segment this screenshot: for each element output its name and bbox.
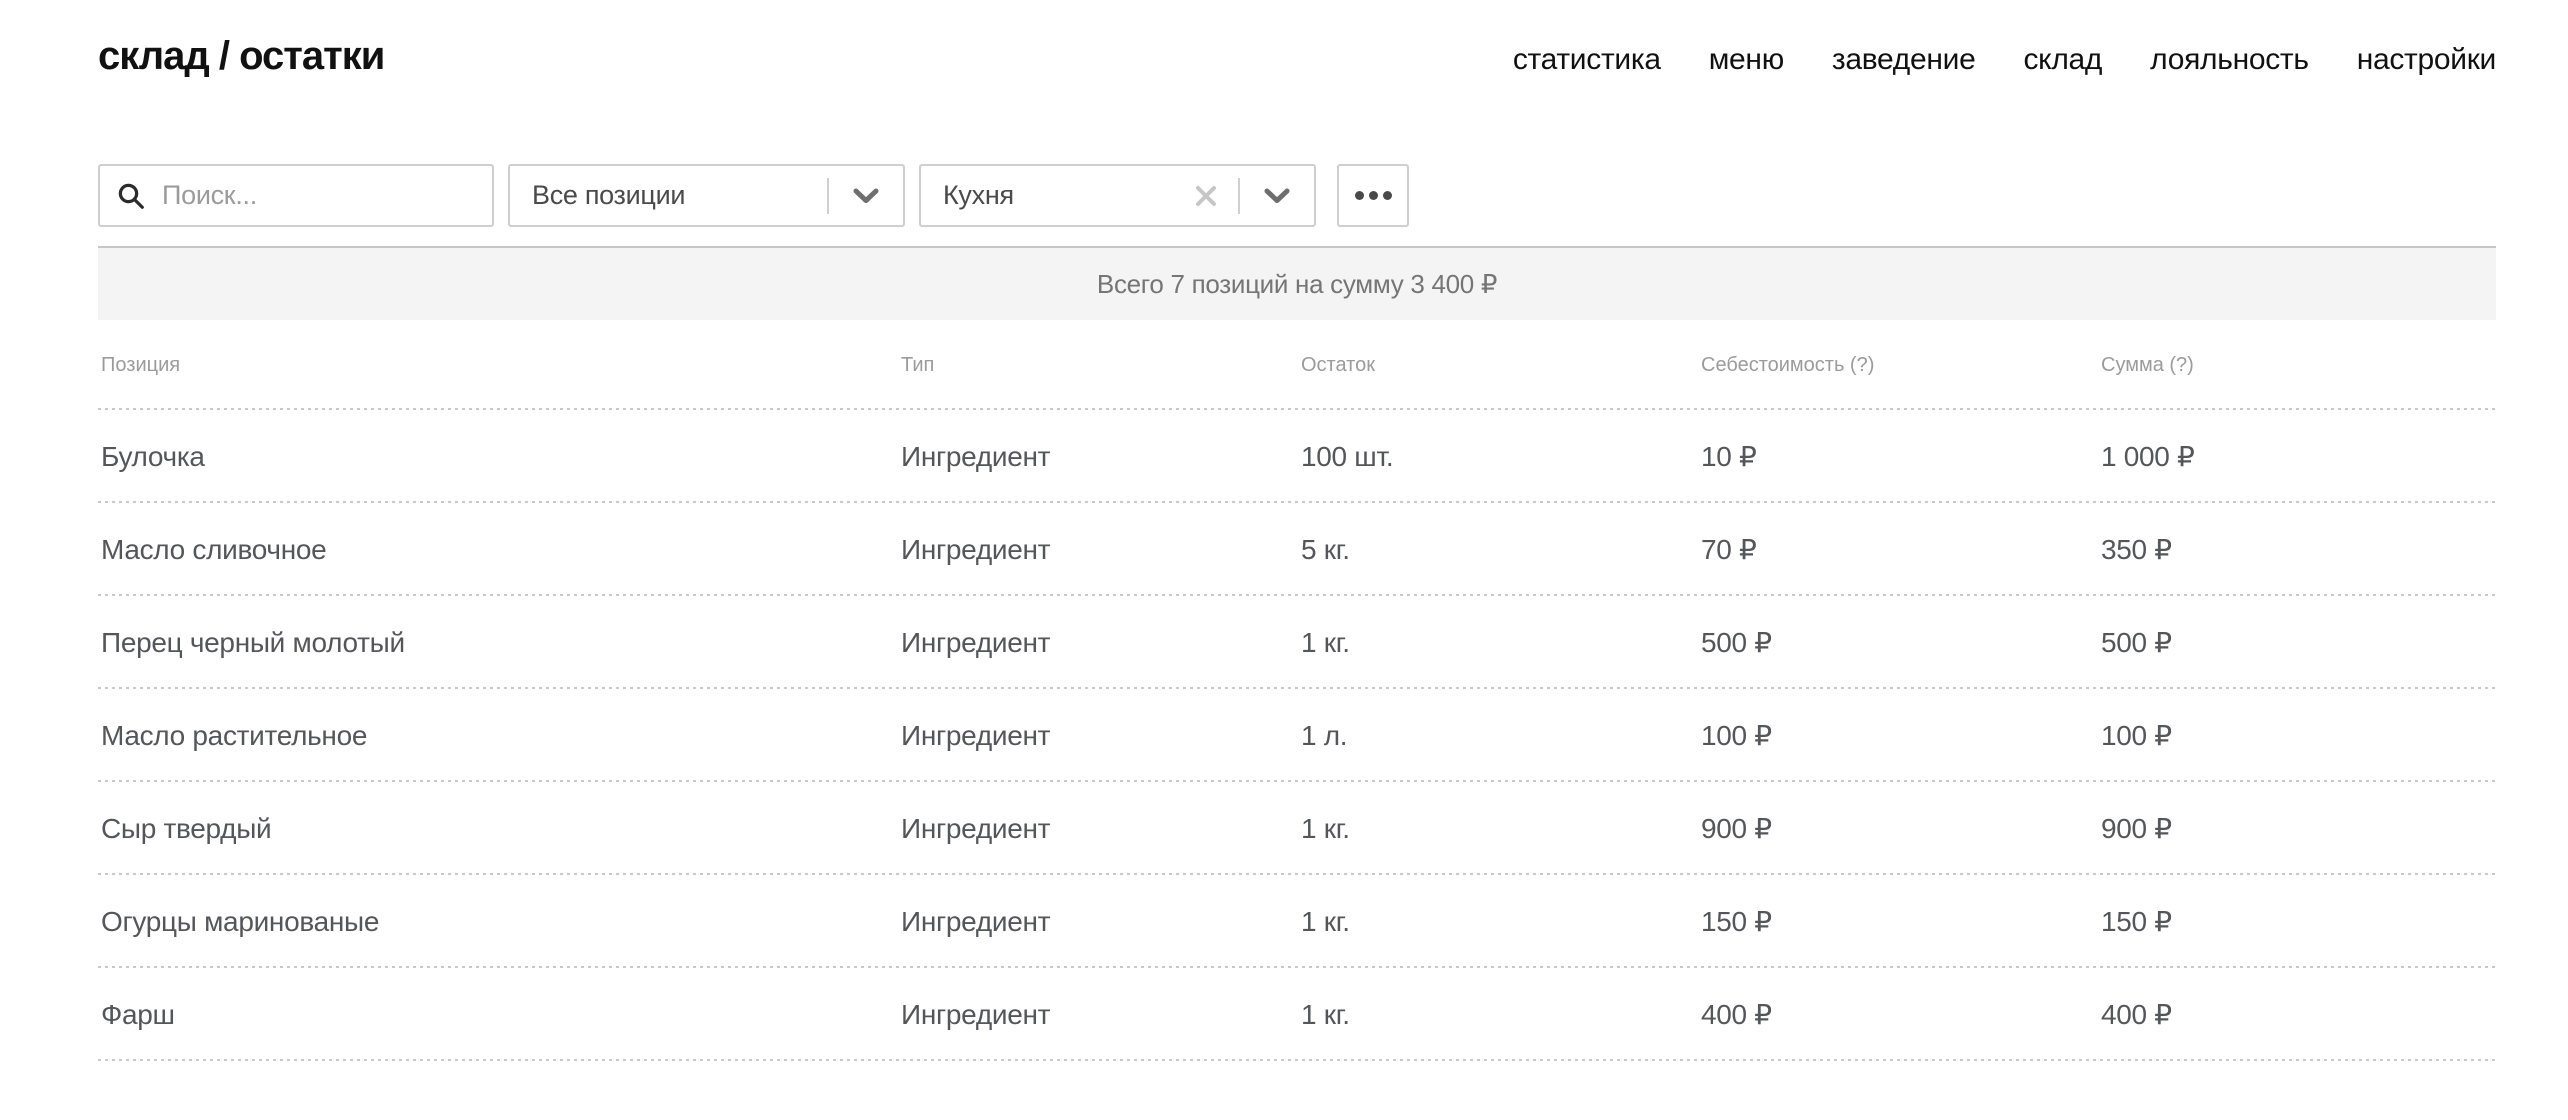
- cell-stock: 1 кг.: [1298, 813, 1698, 845]
- cell-sum: 1 000 ₽: [2098, 440, 2496, 473]
- cell-type: Ингредиент: [898, 627, 1298, 659]
- nav-item-menu[interactable]: меню: [1709, 43, 1784, 77]
- table-row[interactable]: Булочка Ингредиент 100 шт. 10 ₽ 1 000 ₽: [98, 410, 2496, 503]
- ellipsis-icon: [1383, 191, 1392, 200]
- page-title: склад / остатки: [98, 34, 384, 79]
- cell-position: Огурцы маринованые: [98, 906, 898, 938]
- nav-item-statistics[interactable]: статистика: [1513, 43, 1661, 77]
- search-icon: [116, 181, 146, 211]
- cell-type: Ингредиент: [898, 441, 1298, 473]
- storage-filter-value: Кухня: [943, 180, 1014, 211]
- cell-type: Ингредиент: [898, 813, 1298, 845]
- divider: [1238, 178, 1240, 214]
- cell-sum: 500 ₽: [2098, 626, 2496, 659]
- table-row[interactable]: Фарш Ингредиент 1 кг. 400 ₽ 400 ₽: [98, 968, 2496, 1061]
- column-header-stock: Остаток: [1298, 354, 1698, 377]
- cell-sum: 100 ₽: [2098, 719, 2496, 752]
- column-header-cost: Себестоимость (?): [1698, 354, 2098, 377]
- chevron-down-icon: [1264, 188, 1290, 204]
- nav-item-venue[interactable]: заведение: [1832, 43, 1976, 77]
- column-header-sum: Сумма (?): [2098, 354, 2496, 377]
- cell-stock: 1 кг.: [1298, 999, 1698, 1031]
- summary-bar: Всего 7 позиций на сумму 3 400 ₽: [98, 246, 2496, 320]
- cell-type: Ингредиент: [898, 720, 1298, 752]
- search-box: [98, 164, 494, 227]
- column-header-type: Тип: [898, 354, 1298, 377]
- filter-row: Все позиции Кухня: [98, 164, 2496, 227]
- ellipsis-icon: [1369, 191, 1378, 200]
- cell-sum: 400 ₽: [2098, 998, 2496, 1031]
- cell-position: Масло растительное: [98, 720, 898, 752]
- cell-stock: 1 кг.: [1298, 906, 1698, 938]
- cell-cost: 400 ₽: [1698, 998, 2098, 1031]
- summary-text: Всего 7 позиций на сумму 3 400 ₽: [1097, 269, 1497, 300]
- main-nav: статистика меню заведение склад лояльнос…: [1513, 43, 2496, 77]
- table-row[interactable]: Масло растительное Ингредиент 1 л. 100 ₽…: [98, 689, 2496, 782]
- table-header-row: Позиция Тип Остаток Себестоимость (?) Су…: [98, 320, 2496, 410]
- search-input[interactable]: [160, 179, 476, 212]
- cell-stock: 1 кг.: [1298, 627, 1698, 659]
- cell-position: Сыр твердый: [98, 813, 898, 845]
- position-filter-value: Все позиции: [532, 180, 685, 211]
- cell-cost: 500 ₽: [1698, 626, 2098, 659]
- top-bar: склад / остатки статистика меню заведени…: [98, 0, 2496, 78]
- cell-cost: 150 ₽: [1698, 905, 2098, 938]
- storage-filter-select[interactable]: Кухня: [919, 164, 1316, 227]
- cell-position: Булочка: [98, 441, 898, 473]
- cell-sum: 900 ₽: [2098, 812, 2496, 845]
- cell-cost: 70 ₽: [1698, 533, 2098, 566]
- cell-sum: 350 ₽: [2098, 533, 2496, 566]
- divider: [827, 178, 829, 214]
- position-filter-select[interactable]: Все позиции: [508, 164, 905, 227]
- clear-x-icon[interactable]: [1194, 184, 1218, 208]
- cell-type: Ингредиент: [898, 999, 1298, 1031]
- table-row[interactable]: Масло сливочное Ингредиент 5 кг. 70 ₽ 35…: [98, 503, 2496, 596]
- cell-stock: 100 шт.: [1298, 441, 1698, 473]
- more-actions-button[interactable]: [1337, 164, 1409, 227]
- cell-sum: 150 ₽: [2098, 905, 2496, 938]
- cell-stock: 5 кг.: [1298, 534, 1698, 566]
- nav-item-loyalty[interactable]: лояльность: [2150, 43, 2309, 77]
- table-row[interactable]: Огурцы маринованые Ингредиент 1 кг. 150 …: [98, 875, 2496, 968]
- table-row[interactable]: Перец черный молотый Ингредиент 1 кг. 50…: [98, 596, 2496, 689]
- column-header-position: Позиция: [98, 354, 898, 377]
- cell-position: Перец черный молотый: [98, 627, 898, 659]
- cell-type: Ингредиент: [898, 906, 1298, 938]
- cell-cost: 100 ₽: [1698, 719, 2098, 752]
- table-row[interactable]: Сыр твердый Ингредиент 1 кг. 900 ₽ 900 ₽: [98, 782, 2496, 875]
- chevron-down-icon: [853, 188, 879, 204]
- nav-item-warehouse[interactable]: склад: [2023, 43, 2102, 77]
- cell-cost: 10 ₽: [1698, 440, 2098, 473]
- nav-item-settings[interactable]: настройки: [2357, 43, 2496, 77]
- cell-type: Ингредиент: [898, 534, 1298, 566]
- cell-position: Масло сливочное: [98, 534, 898, 566]
- cell-position: Фарш: [98, 999, 898, 1031]
- stock-table: Позиция Тип Остаток Себестоимость (?) Су…: [98, 320, 2496, 1061]
- cell-stock: 1 л.: [1298, 720, 1698, 752]
- page: склад / остатки статистика меню заведени…: [98, 0, 2496, 1061]
- ellipsis-icon: [1355, 191, 1364, 200]
- cell-cost: 900 ₽: [1698, 812, 2098, 845]
